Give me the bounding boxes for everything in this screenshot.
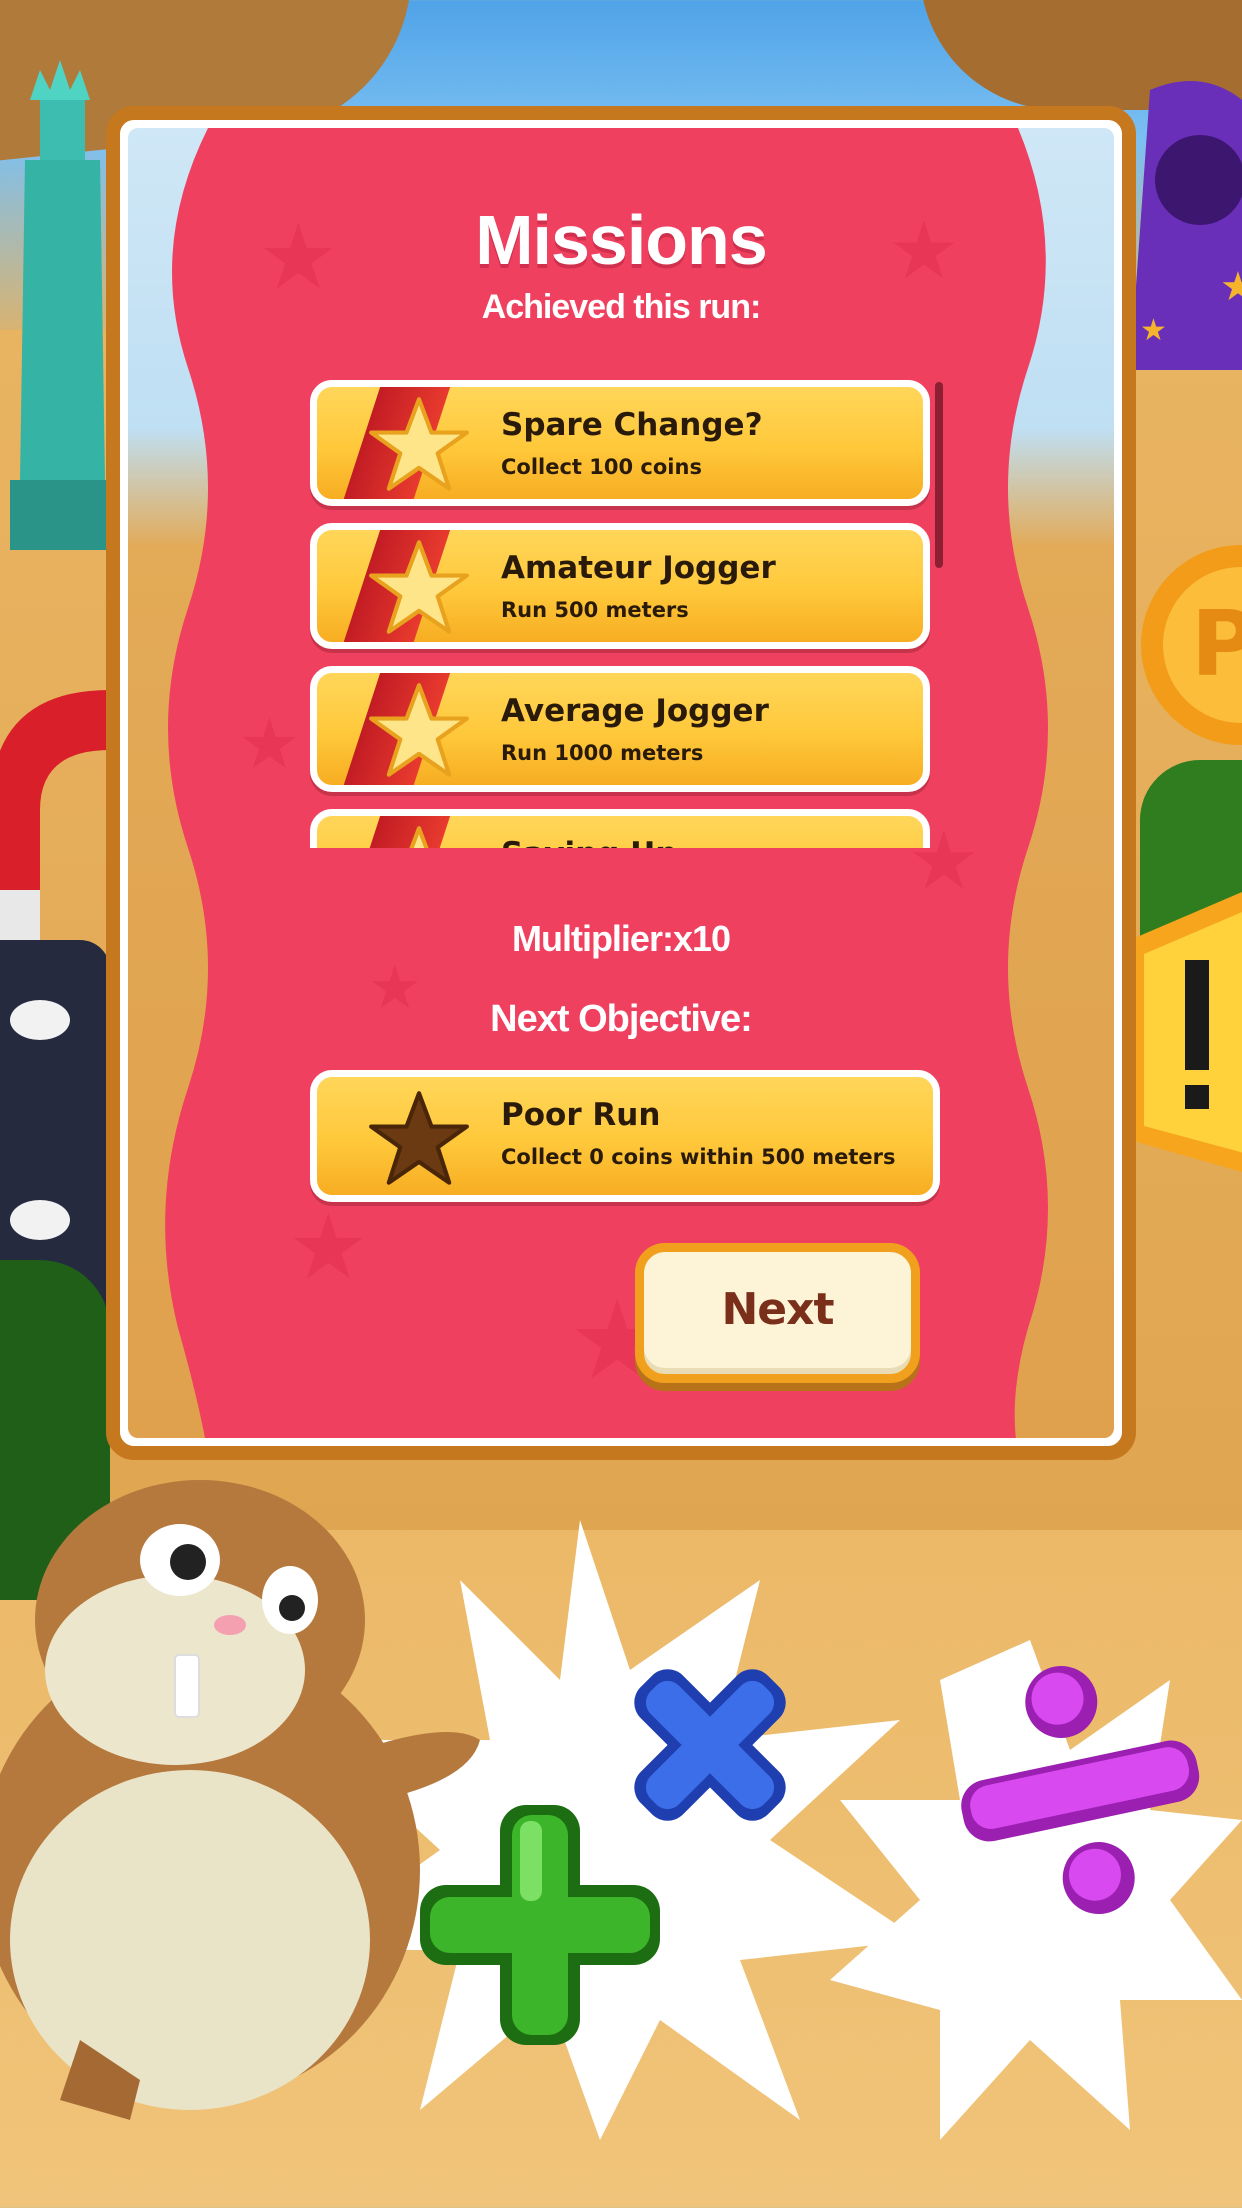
mission-subtitle: Run 1000 meters — [501, 741, 704, 765]
star-icon — [369, 397, 469, 491]
next-objective-card: Poor Run Collect 0 coins within 500 mete… — [310, 1070, 940, 1202]
svg-text:★: ★ — [1140, 314, 1167, 347]
mission-card: Spare Change? Collect 100 coins — [310, 380, 930, 506]
objective-subtitle: Collect 0 coins within 500 meters — [501, 1145, 896, 1169]
mission-title: Average Jogger — [501, 693, 769, 729]
statue-of-liberty-icon — [10, 60, 110, 550]
mission-title: Amateur Jogger — [501, 550, 776, 586]
missions-list[interactable]: Spare Change? Collect 100 coins Amateur … — [310, 370, 940, 848]
magnet-icon — [0, 690, 110, 950]
next-objective-label: Next Objective: — [490, 998, 753, 1040]
svg-text:★: ★ — [1220, 265, 1242, 309]
hamster-mascot — [0, 1480, 480, 2120]
dark-star-icon — [369, 1091, 469, 1185]
coin-icon: P — [1141, 545, 1242, 745]
mission-title: Spare Change? — [501, 407, 763, 443]
star-icon — [369, 683, 469, 777]
mission-card: Saving Up — [310, 809, 930, 848]
mission-card: Amateur Jogger Run 500 meters — [310, 523, 930, 649]
mission-subtitle: Run 500 meters — [501, 598, 689, 622]
missions-scrollbar[interactable] — [935, 382, 943, 568]
missions-dialog: ★ ★ ★ ★ ★ ★ ★ ★ ★ ★ Missions Achieved th… — [106, 106, 1136, 1460]
svg-text:★: ★ — [238, 703, 301, 785]
mission-title: Saving Up — [501, 836, 678, 848]
star-icon — [369, 540, 469, 634]
svg-text:P: P — [1191, 592, 1242, 697]
objective-title: Poor Run — [501, 1097, 661, 1133]
warning-sign-icon — [1130, 892, 1242, 1172]
star-icon — [409, 826, 429, 848]
mission-card: Average Jogger Run 1000 meters — [310, 666, 930, 792]
divide-icon — [961, 1665, 1200, 1915]
achieved-label: Achieved this run: — [481, 288, 762, 326]
multiplier-label: Multiplier:x10 — [511, 918, 731, 959]
wizard-hat-icon: ★ ★ — [1130, 81, 1242, 370]
panel-title: Missions — [475, 201, 768, 279]
mission-subtitle: Collect 100 coins — [501, 455, 702, 479]
svg-text:★: ★ — [288, 1195, 369, 1300]
next-button[interactable]: Next — [635, 1243, 920, 1383]
